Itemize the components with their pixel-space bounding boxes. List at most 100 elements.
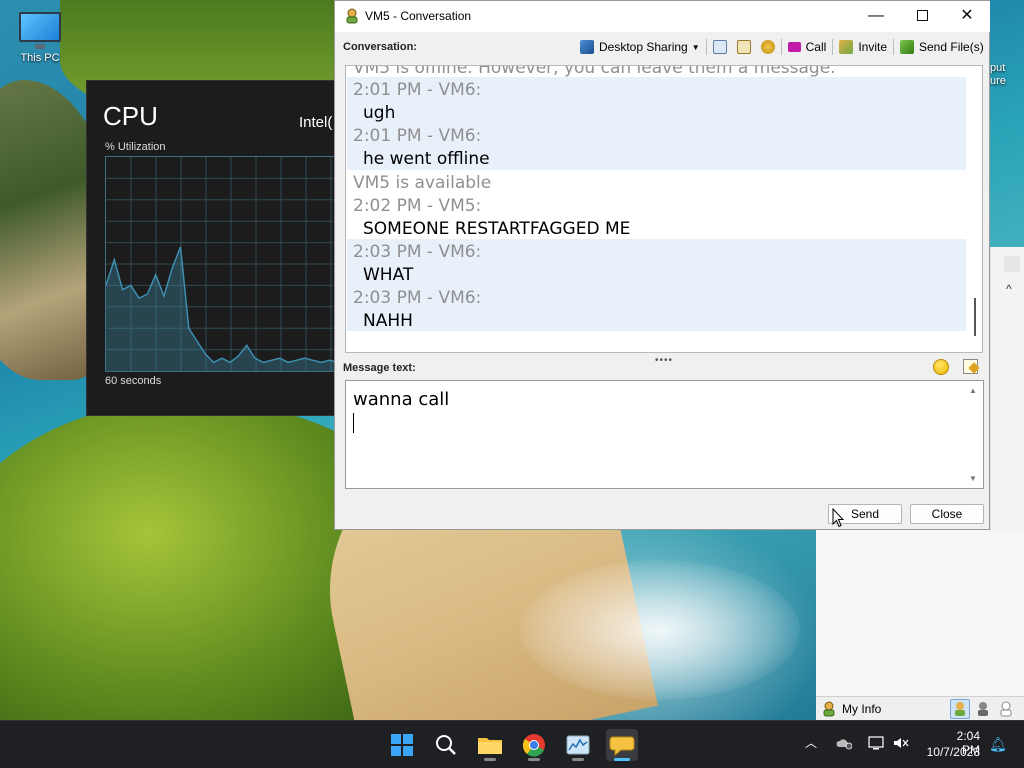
chevron-up-icon[interactable]: ︿: [805, 734, 817, 751]
chrome-icon: [522, 734, 545, 757]
message-item: 2:01 PM - VM6: ugh: [347, 77, 966, 123]
send-files-label: Send File(s): [919, 40, 984, 54]
message-status: VM5 is offline. However, you can leave t…: [347, 66, 966, 78]
onedrive-icon[interactable]: [836, 736, 852, 750]
search-button[interactable]: [430, 729, 462, 761]
start-button[interactable]: [386, 729, 418, 761]
message-body: WHAT: [363, 265, 414, 285]
background-window-text: put ure: [990, 62, 1006, 88]
user-available-icon: [955, 702, 965, 716]
close-icon[interactable]: [1004, 256, 1020, 272]
taskbar-chrome[interactable]: [518, 729, 550, 761]
task-manager-cpu-panel: CPU Intel( % Utilization 60 seconds: [86, 80, 347, 416]
scroll-up-icon[interactable]: ▲: [969, 386, 977, 395]
taskbar-messenger[interactable]: [606, 729, 638, 761]
history-button[interactable]: [708, 36, 732, 58]
active-indicator: [614, 758, 630, 761]
toolbar: Desktop Sharing ▼ Call Invite Send File(…: [575, 36, 989, 58]
wallpaper-surf: [520, 560, 800, 700]
desktop-sharing-button[interactable]: Desktop Sharing ▼: [575, 36, 705, 58]
font-style-icon[interactable]: [963, 359, 978, 374]
chevron-up-icon[interactable]: ^: [1006, 282, 1012, 296]
mouse-cursor-icon: [832, 508, 844, 528]
status-away-button[interactable]: [973, 699, 993, 719]
toolbar-separator: [780, 39, 782, 55]
conversation-label: Conversation:: [343, 41, 417, 53]
search-icon: [436, 735, 456, 755]
splitter-grip[interactable]: ••••: [655, 355, 673, 366]
message-item: 2:01 PM - VM6: he went offline: [347, 123, 966, 170]
video-camera-icon: [787, 42, 801, 52]
message-timestamp: 2:02 PM - VM5:: [353, 196, 482, 216]
my-info-button[interactable]: My Info: [842, 702, 881, 716]
history-scrollbar-thumb[interactable]: [974, 298, 976, 336]
maximize-icon: [916, 10, 928, 22]
toolbar-separator: [832, 39, 834, 55]
task-manager-icon: [566, 735, 590, 755]
call-button[interactable]: Call: [783, 36, 832, 58]
background-text-line: ure: [990, 75, 1006, 87]
send-file-icon: [900, 40, 914, 54]
message-body: SOMEONE RESTARTFAGGED ME: [363, 219, 631, 239]
notification-bell-icon[interactable]: 🔔︎: [989, 736, 1007, 753]
message-input-text: wanna call: [353, 389, 450, 410]
user-away-icon: [978, 702, 988, 716]
minimize-button[interactable]: —: [853, 1, 899, 32]
conversation-history[interactable]: VM5 is offline. However, you can leave t…: [345, 65, 983, 353]
desktop-icon-label: This PC: [20, 52, 60, 64]
cpu-usage-area: [106, 246, 346, 371]
message-timestamp: 2:01 PM - VM6:: [353, 80, 482, 100]
status-offline-button[interactable]: [996, 699, 1016, 719]
send-files-button[interactable]: Send File(s): [895, 36, 989, 58]
message-body: he went offline: [363, 149, 490, 169]
chevron-down-icon: ▼: [691, 42, 700, 52]
background-text-line: put: [990, 62, 1006, 74]
desktop-icon-this-pc[interactable]: This PC: [10, 10, 70, 76]
cpu-title: CPU: [103, 101, 158, 131]
contact-button[interactable]: [732, 36, 756, 58]
message-input[interactable]: wanna call ▲ ▼: [345, 380, 984, 489]
gear-icon: [760, 40, 775, 54]
status-text: VM5 is available: [353, 173, 492, 193]
message-item: 2:03 PM - VM6: WHAT: [347, 239, 966, 285]
emoticon-icon[interactable]: [933, 359, 949, 375]
invite-label: Invite: [858, 40, 887, 54]
message-status: VM5 is available: [347, 170, 966, 193]
taskbar-task-manager[interactable]: [562, 729, 594, 761]
cpu-name: Intel(: [299, 114, 333, 131]
conversation-window: VM5 - Conversation — ✕ Conversation: Des…: [334, 0, 990, 530]
invite-button[interactable]: Invite: [834, 36, 892, 58]
running-indicator: [528, 758, 540, 761]
message-body: NAHH: [363, 311, 413, 331]
message-item: 2:03 PM - VM6: NAHH: [347, 285, 966, 331]
clock-date[interactable]: 10/7/2023: [920, 745, 980, 759]
user-icon: [823, 701, 835, 717]
message-timestamp: 2:01 PM - VM6:: [353, 126, 482, 146]
desktop-sharing-label: Desktop Sharing: [599, 40, 688, 54]
message-body: ugh: [363, 103, 396, 123]
text-caret: [353, 413, 354, 433]
history-icon: [712, 40, 727, 54]
close-conversation-button[interactable]: Close: [910, 504, 984, 524]
background-window-lower: [816, 530, 1024, 720]
monitor-icon: [19, 12, 61, 49]
toolbar-separator: [705, 39, 707, 55]
window-title: VM5 - Conversation: [365, 9, 472, 23]
status-available-button[interactable]: [950, 699, 970, 719]
taskbar-file-explorer[interactable]: [474, 729, 506, 761]
desktop-sharing-icon: [580, 40, 594, 54]
running-indicator: [484, 758, 496, 761]
settings-button[interactable]: [756, 36, 780, 58]
running-indicator: [572, 758, 584, 761]
toolbar-separator: [893, 39, 894, 55]
maximize-button[interactable]: [899, 1, 945, 32]
display-icon[interactable]: [868, 736, 884, 750]
chat-bubble-icon: [609, 736, 635, 757]
windows-start-icon: [391, 734, 413, 756]
title-bar[interactable]: VM5 - Conversation — ✕: [335, 1, 990, 32]
utilization-label: % Utilization: [105, 141, 166, 153]
volume-muted-icon[interactable]: [893, 736, 909, 750]
scroll-down-icon[interactable]: ▼: [969, 474, 977, 483]
time-span-label: 60 seconds: [105, 375, 162, 387]
close-button[interactable]: ✕: [944, 1, 990, 32]
